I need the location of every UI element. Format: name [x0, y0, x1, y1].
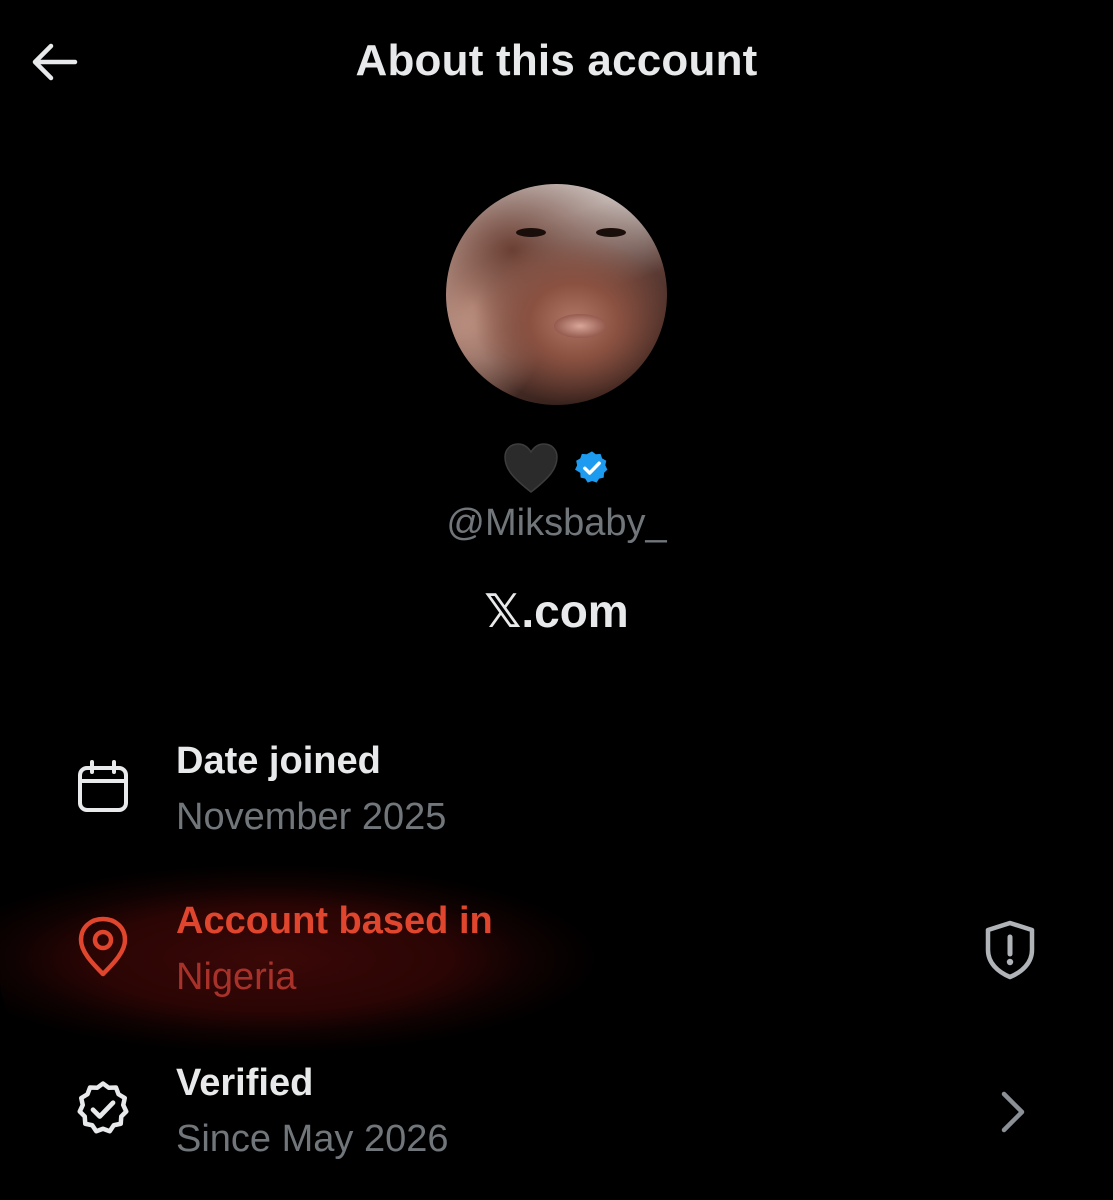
date-joined-label: Date joined [176, 740, 381, 782]
verified-value: Since May 2026 [176, 1118, 449, 1160]
platform-domain: 𝕏.com [484, 585, 629, 637]
account-handle: @Miksbaby_ [446, 502, 667, 544]
account-location-row: Account based in Nigeria [0, 860, 1113, 1050]
account-location-label: Account based in [176, 900, 493, 942]
verified-details-button[interactable] [988, 1084, 1038, 1140]
black-heart-emoji [503, 443, 558, 493]
chevron-right-icon [1001, 1091, 1025, 1133]
display-name-row [0, 442, 1113, 494]
verified-label: Verified [176, 1062, 314, 1104]
shield-alert-icon [985, 920, 1035, 980]
avatar[interactable] [446, 184, 667, 405]
avatar-eye-right [596, 228, 626, 237]
page-title: About this account [355, 36, 758, 85]
location-info-button[interactable] [980, 918, 1040, 982]
verified-outline-icon [70, 1076, 136, 1142]
date-joined-row: Date joined November 2025 [0, 730, 1113, 850]
avatar-eye-left [516, 228, 546, 237]
account-location-value: Nigeria [176, 956, 297, 998]
top-bar: About this account [0, 0, 1113, 125]
verified-row[interactable]: Verified Since May 2026 [0, 1050, 1113, 1170]
avatar-lips [554, 314, 606, 338]
verified-badge-icon [574, 451, 607, 483]
calendar-icon [70, 754, 136, 820]
location-pin-icon [70, 914, 136, 980]
date-joined-value: November 2025 [176, 796, 447, 838]
